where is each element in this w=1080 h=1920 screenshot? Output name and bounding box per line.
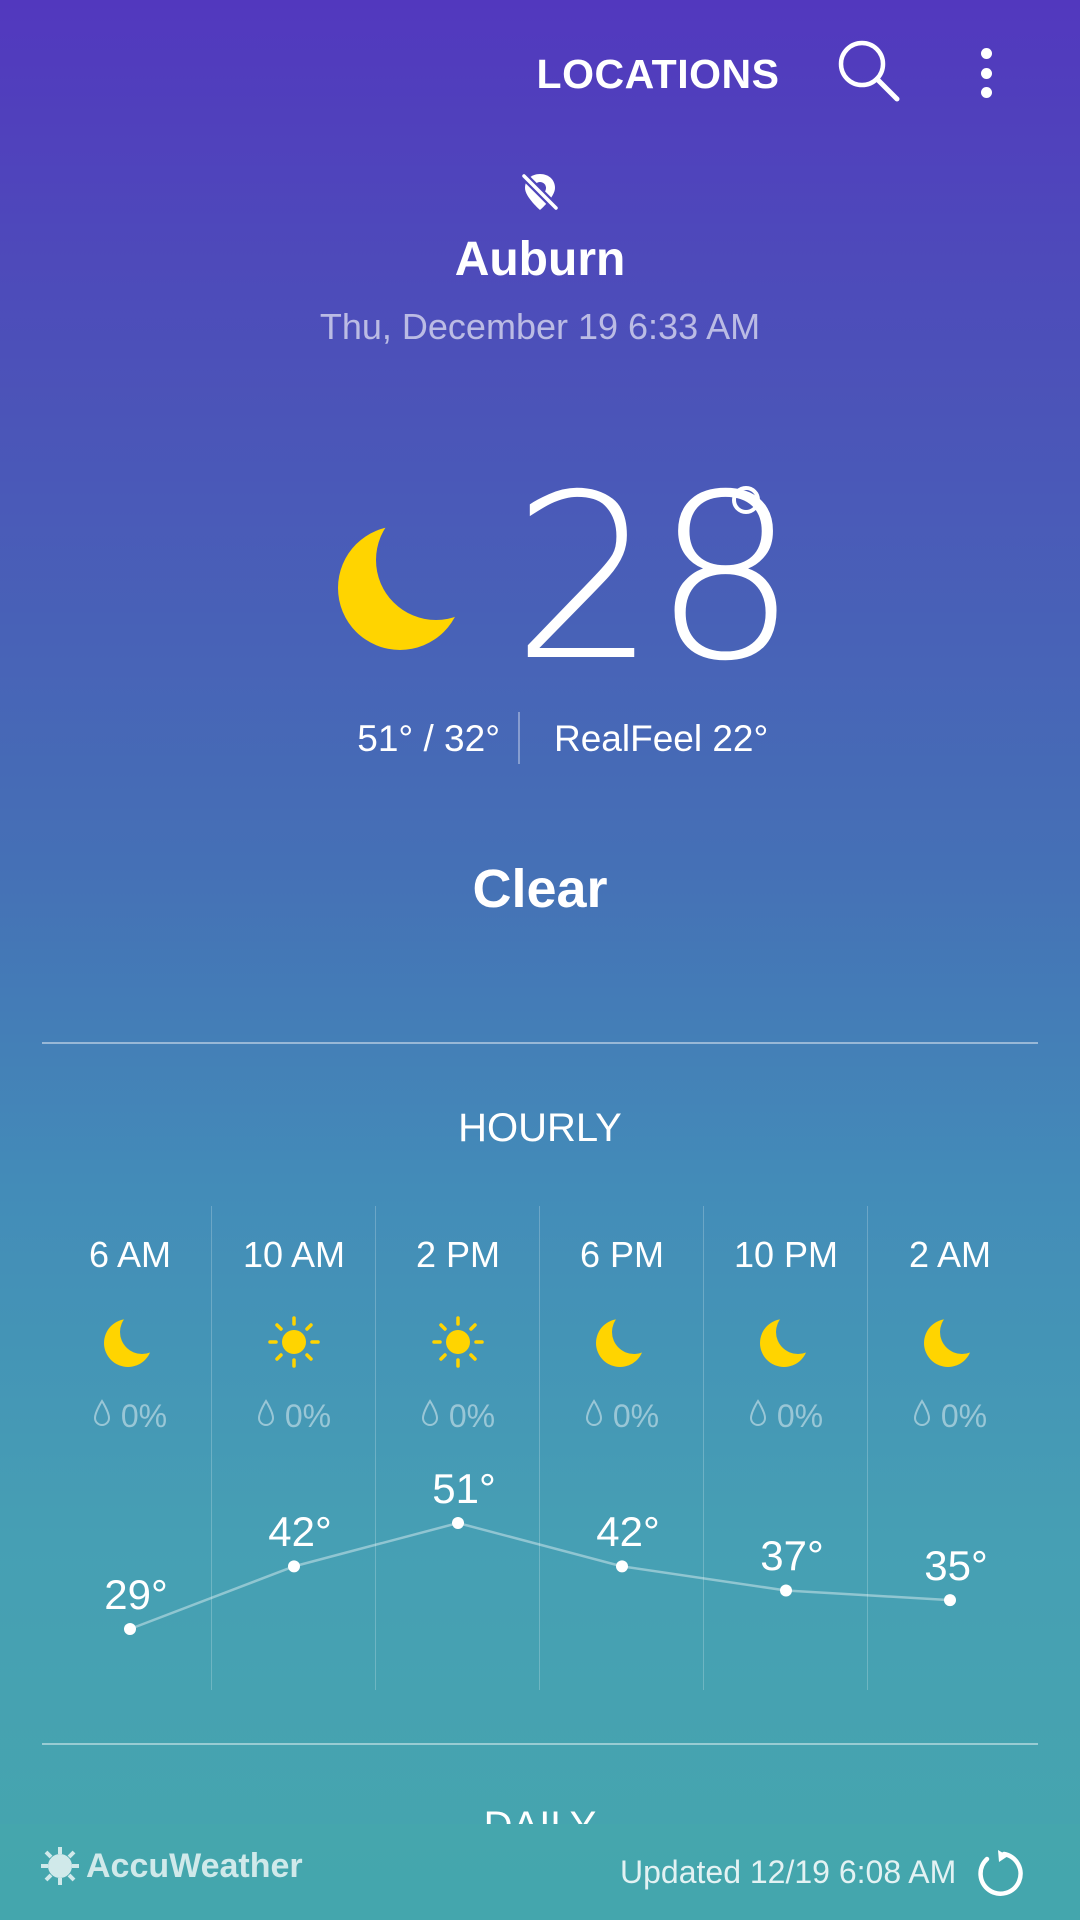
hour-temperature: 37° <box>760 1532 824 1580</box>
precip-value: 0% <box>940 1398 988 1434</box>
raindrop-icon <box>585 1398 603 1435</box>
refresh-icon[interactable] <box>974 1848 1024 1898</box>
hourly-item[interactable]: 2 AM 0% <box>868 1206 1032 1690</box>
hour-time: 2 PM <box>415 1234 501 1275</box>
precip-value: 0% <box>612 1398 660 1434</box>
hour-time: 10 AM <box>242 1234 346 1275</box>
hourly-item[interactable]: 2 PM 0% <box>376 1206 540 1690</box>
moon-icon <box>338 520 472 654</box>
sun-icon <box>268 1316 320 1368</box>
weather-condition: Clear <box>472 859 608 919</box>
hour-temperature: 42° <box>268 1508 332 1556</box>
precip-value: 0% <box>284 1398 332 1434</box>
raindrop-icon <box>913 1398 931 1435</box>
precip-value: 0% <box>448 1398 496 1434</box>
high-low-temperature: 51° / 32° <box>357 718 500 759</box>
hour-precipitation: 0% <box>868 1398 1032 1435</box>
realfeel-temperature: RealFeel 22° <box>554 718 769 759</box>
hour-temperature: 29° <box>104 1571 168 1618</box>
hour-temperature: 51° <box>432 1465 496 1512</box>
daily-title: DAILY <box>0 1806 1080 1824</box>
moon-icon <box>104 1316 156 1368</box>
hourly-title: HOURLY <box>458 1106 622 1150</box>
degree-symbol <box>732 486 760 514</box>
precip-value: 0% <box>776 1398 824 1434</box>
hour-precipitation: 0% <box>48 1398 212 1435</box>
footer-bar: AccuWeather Updated 12/19 6:08 AM <box>0 1824 1080 1920</box>
hourly-item[interactable]: 10 AM 0% <box>212 1206 376 1690</box>
hour-time: 6 AM <box>88 1234 172 1275</box>
hour-precipitation: 0% <box>212 1398 376 1435</box>
hour-temperature: 35° <box>924 1542 988 1590</box>
hour-precipitation: 0% <box>376 1398 540 1435</box>
hourly-item[interactable]: 6 PM 0% <box>540 1206 704 1690</box>
updated-timestamp: Updated 12/19 6:08 AM <box>620 1854 957 1890</box>
hour-time: 10 PM <box>733 1234 839 1275</box>
section-divider <box>42 1743 1038 1745</box>
current-datetime: Thu, December 19 6:33 AM <box>319 306 761 347</box>
hour-time: 6 PM <box>579 1234 665 1275</box>
accuweather-logo[interactable]: AccuWeather <box>40 1846 303 1886</box>
divider <box>518 712 520 764</box>
location-off-icon <box>518 170 562 214</box>
hour-temperature: 42° <box>596 1508 660 1556</box>
more-vert-icon[interactable] <box>966 40 1006 106</box>
section-divider <box>42 1042 1038 1044</box>
raindrop-icon <box>749 1398 767 1435</box>
precip-value: 0% <box>120 1398 168 1434</box>
moon-icon <box>596 1316 648 1368</box>
hour-time: 2 AM <box>908 1234 992 1275</box>
city-name: Auburn <box>454 233 626 286</box>
hour-precipitation: 0% <box>704 1398 868 1435</box>
top-bar: LOCATIONS <box>0 0 1080 150</box>
hour-precipitation: 0% <box>540 1398 704 1435</box>
moon-icon <box>760 1316 812 1368</box>
hourly-item[interactable]: 10 PM 0% <box>704 1206 868 1690</box>
raindrop-icon <box>421 1398 439 1435</box>
sun-icon <box>432 1316 484 1368</box>
search-icon[interactable] <box>836 38 902 104</box>
locations-button[interactable]: LOCATIONS <box>537 46 779 102</box>
raindrop-icon <box>93 1398 111 1435</box>
moon-icon <box>924 1316 976 1368</box>
raindrop-icon <box>257 1398 275 1435</box>
brand-name: AccuWeather <box>86 1846 303 1885</box>
accuweather-sun-icon <box>41 1847 79 1885</box>
